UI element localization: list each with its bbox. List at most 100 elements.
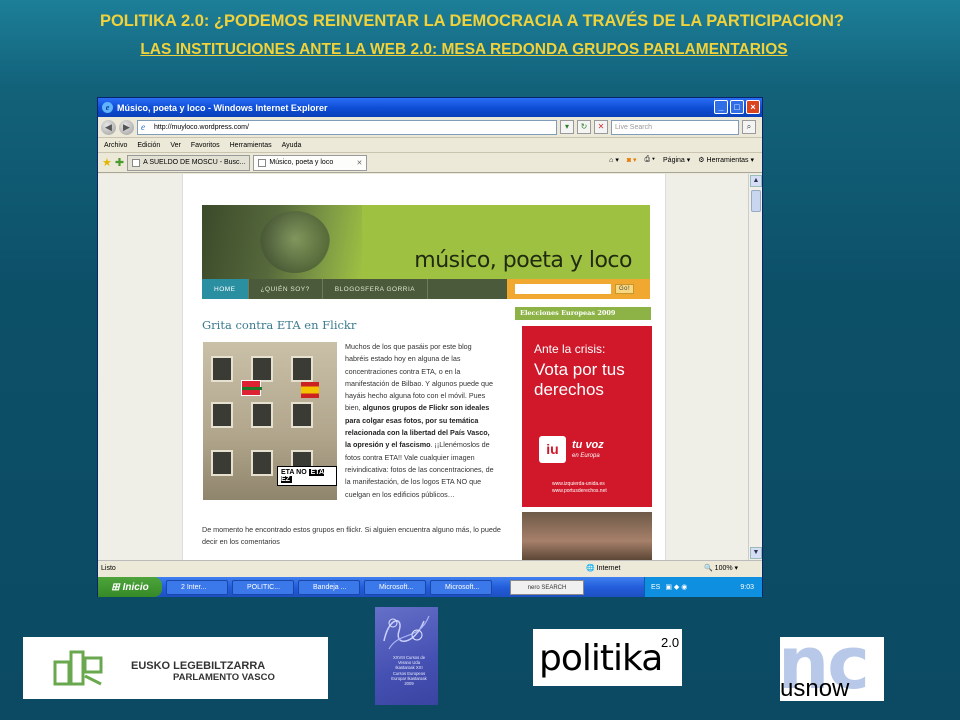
tab-bar: ★ ✚ A SUELDO DE MOSCU - Busc... Músico, …: [98, 153, 762, 173]
blog-nav: HOME ¿QUIÉN SOY? BLOGOSFERA GORRIA Go!: [202, 279, 650, 299]
post-body-more: De momento he encontrado estos grupos en…: [202, 525, 501, 547]
tab-label: Músico, poeta y loco: [269, 159, 334, 166]
refresh-icon[interactable]: ↻: [577, 120, 591, 134]
taskbar: ⊞ Inicio 2 Inter... POLITIC... Bandeja ..…: [98, 577, 762, 597]
scroll-down-icon[interactable]: ▼: [750, 547, 762, 559]
scroll-thumb[interactable]: [751, 190, 761, 212]
ad-line1: Ante la crisis:: [534, 342, 606, 356]
iu-logo: iu: [539, 436, 566, 463]
address-bar-row: ◀ ▶ http://muyloco.wordpress.com/ ▾ ↻ ✕ …: [98, 117, 762, 138]
nav-home[interactable]: HOME: [202, 279, 249, 299]
window-titlebar[interactable]: e Músico, poeta y loco - Windows Interne…: [98, 98, 762, 117]
slide-title: POLITIKA 2.0: ¿PODEMOS REINVENTAR LA DEM…: [99, 12, 845, 30]
blog-page: músico, poeta y loco HOME ¿QUIÉN SOY? BL…: [182, 174, 666, 560]
taskbar-bandeja[interactable]: Bandeja ...: [298, 579, 360, 595]
add-favorites-icon[interactable]: ✚: [115, 156, 124, 169]
blog-search: Go!: [507, 279, 650, 299]
menu-herramientas[interactable]: Herramientas: [230, 142, 272, 149]
tab-a-sueldo[interactable]: A SUELDO DE MOSCU - Busc...: [127, 154, 251, 171]
politika-wordmark: politika: [539, 638, 663, 679]
politika-logo: politika 2.0: [533, 629, 682, 686]
nav-quien-soy[interactable]: ¿QUIÉN SOY?: [249, 279, 323, 299]
blog-search-input[interactable]: [515, 284, 611, 294]
page-menu[interactable]: Página ▾: [663, 156, 690, 164]
favorites-star-icon[interactable]: ★: [102, 156, 112, 169]
ad-line2: Vota por tus derechos: [534, 360, 625, 399]
status-text: Listo: [101, 565, 116, 572]
ad-slogan2: en Europa: [572, 453, 600, 459]
window-title: Músico, poeta y loco - Windows Internet …: [117, 102, 328, 113]
post-image[interactable]: ETA NO ETA EZ: [203, 342, 337, 500]
post-title[interactable]: Grita contra ETA en Flickr: [202, 318, 356, 332]
election-ad[interactable]: Ante la crisis: Vota por tus derechos iu…: [522, 326, 652, 507]
stop-icon[interactable]: ✕: [594, 120, 608, 134]
ncusnow-logo: nc usnow: [780, 637, 884, 701]
blog-header[interactable]: músico, poeta y loco: [202, 205, 650, 279]
basque-flag: [241, 380, 262, 396]
slide-subtitle: LAS INSTITUCIONES ANTE LA WEB 2.0: MESA …: [140, 41, 788, 58]
back-button[interactable]: ◀: [101, 119, 116, 135]
parliament-emblem-icon: [53, 650, 103, 686]
blog-search-button[interactable]: Go!: [615, 284, 635, 294]
menu-bar: Archivo Edición Ver Favoritos Herramient…: [98, 138, 762, 153]
tray-icons[interactable]: ▣ ◆ ◉: [665, 583, 687, 591]
ie-icon: e: [102, 102, 113, 113]
status-bar: Listo 🌐 Internet 🔍 100% ▾: [98, 560, 762, 576]
language-indicator[interactable]: ES: [651, 584, 660, 591]
home-icon[interactable]: ⌂ ▾: [609, 156, 619, 164]
zoom-level[interactable]: 🔍 100% ▾: [704, 564, 738, 572]
page-viewport: músico, poeta y loco HOME ¿QUIÉN SOY? BL…: [98, 174, 750, 560]
clock: 9:03: [740, 583, 754, 591]
search-icon[interactable]: ⌕: [742, 120, 756, 134]
windows-icon: ⊞: [111, 581, 120, 593]
close-button[interactable]: ×: [746, 100, 760, 114]
usnow-text: usnow: [780, 675, 850, 701]
spanish-flag: [301, 382, 319, 398]
menu-archivo[interactable]: Archivo: [104, 142, 127, 149]
feeds-icon[interactable]: ◙ ▾: [627, 156, 637, 164]
menu-favoritos[interactable]: Favoritos: [191, 142, 220, 149]
ad-urls: www.izquierda-unida.es www.portusderechos…: [552, 481, 607, 494]
maximize-button[interactable]: □: [730, 100, 744, 114]
post-body: Muchos de los que pasáis por este blog h…: [345, 342, 494, 499]
vertical-scrollbar[interactable]: ▲ ▼: [748, 174, 762, 560]
address-dropdown-icon[interactable]: ▾: [560, 120, 574, 134]
minimize-button[interactable]: _: [714, 100, 728, 114]
politika-version: 2.0: [661, 635, 680, 650]
taskbar-microsoft-1[interactable]: Microsoft...: [364, 579, 426, 595]
address-input[interactable]: http://muyloco.wordpress.com/: [137, 119, 557, 135]
forward-button[interactable]: ▶: [119, 119, 134, 135]
tab-musico-poeta[interactable]: Músico, poeta y loco ✕: [253, 154, 368, 171]
book-text: XXVIII Cursos de Verano Uda Ikastaroak X…: [391, 655, 427, 687]
header-photo: [202, 205, 362, 279]
system-tray: ES ▣ ◆ ◉ 9:03: [644, 577, 762, 597]
ad-slogan: tu voz: [572, 439, 604, 451]
browser-window: e Músico, poeta y loco - Windows Interne…: [97, 97, 763, 597]
eusko-line2: PARLAMENTO VASCO: [173, 672, 275, 683]
search-input[interactable]: Live Search: [611, 119, 739, 135]
sidebar-photo[interactable]: [522, 512, 652, 560]
close-tab-icon[interactable]: ✕: [357, 159, 363, 167]
taskbar-politic[interactable]: POLITIC...: [232, 579, 294, 595]
eusko-line1: EUSKO LEGEBILTZARRA: [131, 660, 266, 672]
sidebar-heading: Elecciones Europeas 2009: [515, 307, 651, 320]
menu-ayuda[interactable]: Ayuda: [282, 142, 302, 149]
print-icon[interactable]: ⎙ ▾: [645, 156, 656, 164]
security-zone[interactable]: 🌐 Internet: [586, 564, 620, 572]
page-icon: [132, 158, 141, 167]
taskbar-microsoft-2[interactable]: Microsoft...: [430, 579, 492, 595]
menu-ver[interactable]: Ver: [170, 142, 181, 149]
nav-blogosfera[interactable]: BLOGOSFERA GORRIA: [323, 279, 429, 299]
scroll-up-icon[interactable]: ▲: [750, 175, 762, 187]
eta-no-sign: ETA NO ETA EZ: [277, 466, 337, 486]
page-icon: [258, 158, 267, 167]
start-button[interactable]: ⊞ Inicio: [98, 577, 162, 597]
decorative-curls-icon: [383, 615, 430, 650]
blog-logo: músico, poeta y loco: [414, 248, 632, 273]
taskbar-ie[interactable]: 2 Inter...: [166, 579, 228, 595]
nero-search[interactable]: nero SEARCH: [510, 579, 584, 595]
menu-edicion[interactable]: Edición: [137, 142, 160, 149]
tools-menu[interactable]: ⚙ Herramientas ▾: [698, 156, 754, 164]
cursos-verano-book-cover: XXVIII Cursos de Verano Uda Ikastaroak X…: [375, 607, 438, 705]
tab-label: A SUELDO DE MOSCU - Busc...: [143, 159, 246, 166]
